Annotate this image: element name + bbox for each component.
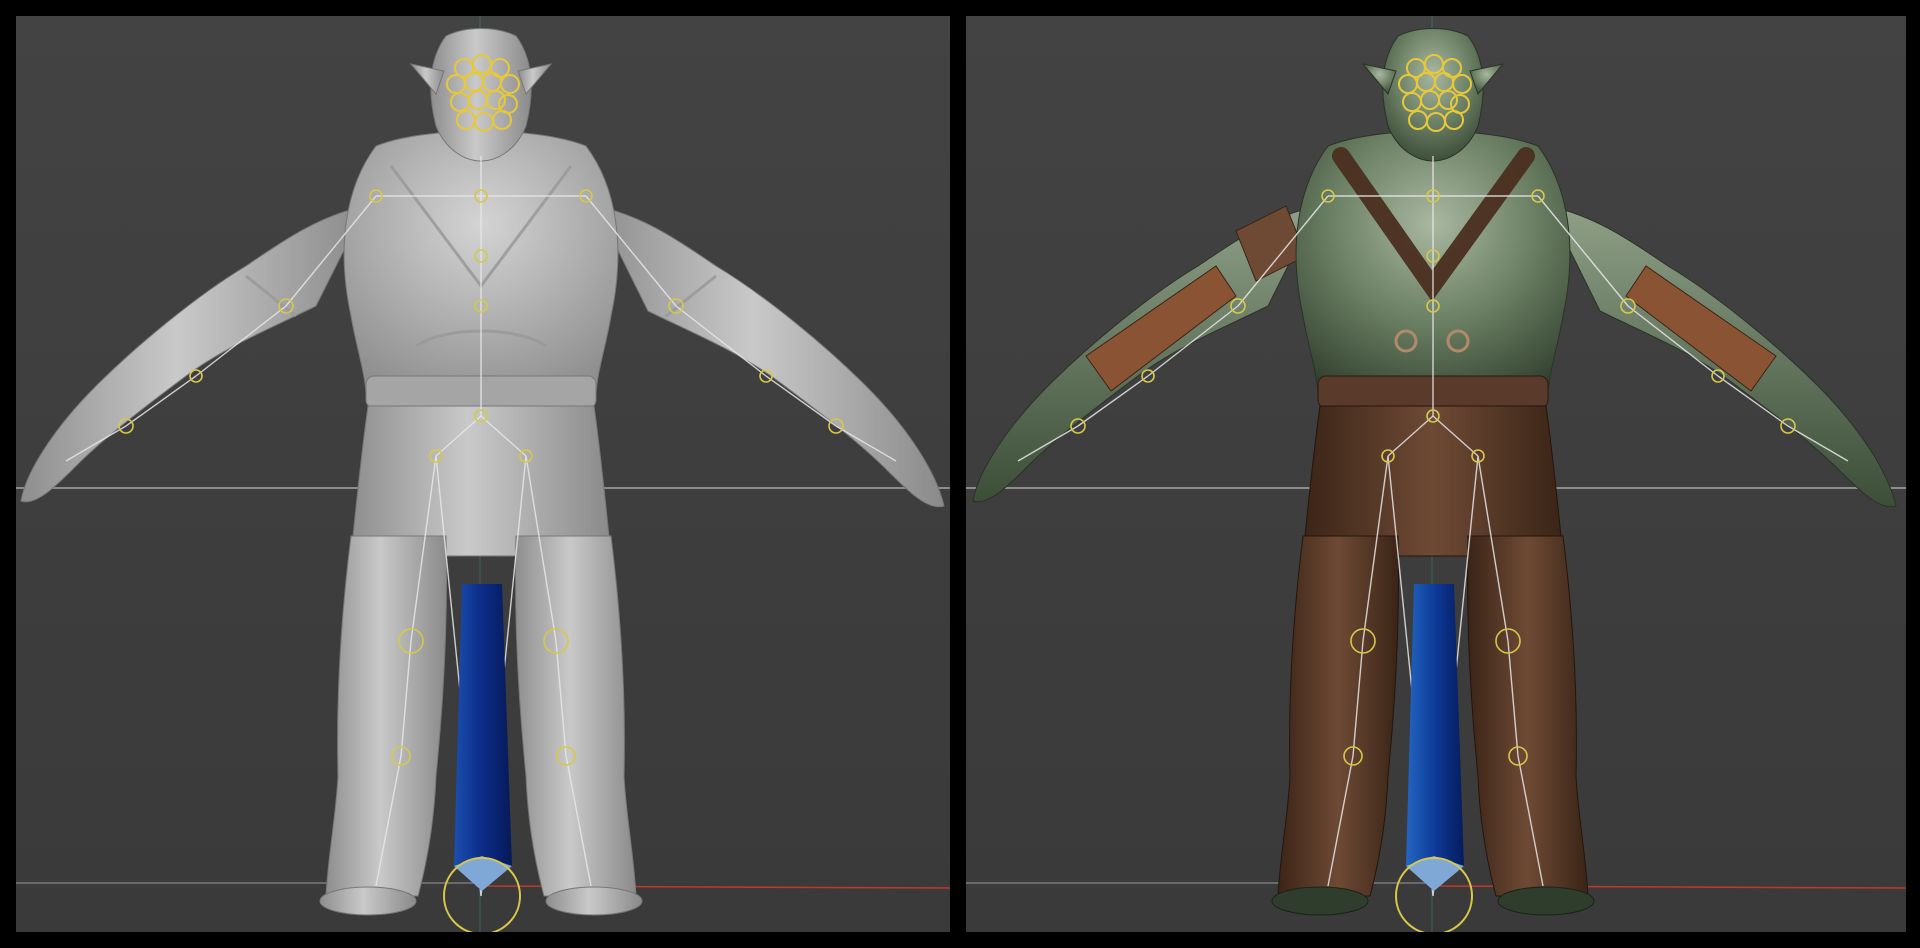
right-leg (1466, 535, 1589, 897)
viewport-solid-shaded[interactable] (16, 16, 950, 932)
viewport-textured[interactable] (966, 16, 1906, 932)
right-foot (545, 886, 643, 916)
solid-character-scene (16, 16, 950, 932)
left-foot (1271, 886, 1369, 916)
textured-character-scene (966, 16, 1906, 932)
head (1382, 28, 1484, 162)
root-blade (454, 584, 512, 891)
hips (1302, 405, 1564, 557)
right-leg (514, 535, 637, 897)
app-frame (0, 0, 1920, 948)
left-leg (325, 535, 448, 897)
right-foot (1497, 886, 1595, 916)
root-blade (1406, 584, 1464, 891)
root-control-icon (443, 584, 521, 932)
right-arm (595, 205, 945, 508)
root-control-icon (1395, 584, 1473, 932)
head (430, 28, 532, 162)
left-foot (319, 886, 417, 916)
left-leg (1277, 535, 1400, 897)
hips (350, 405, 612, 557)
